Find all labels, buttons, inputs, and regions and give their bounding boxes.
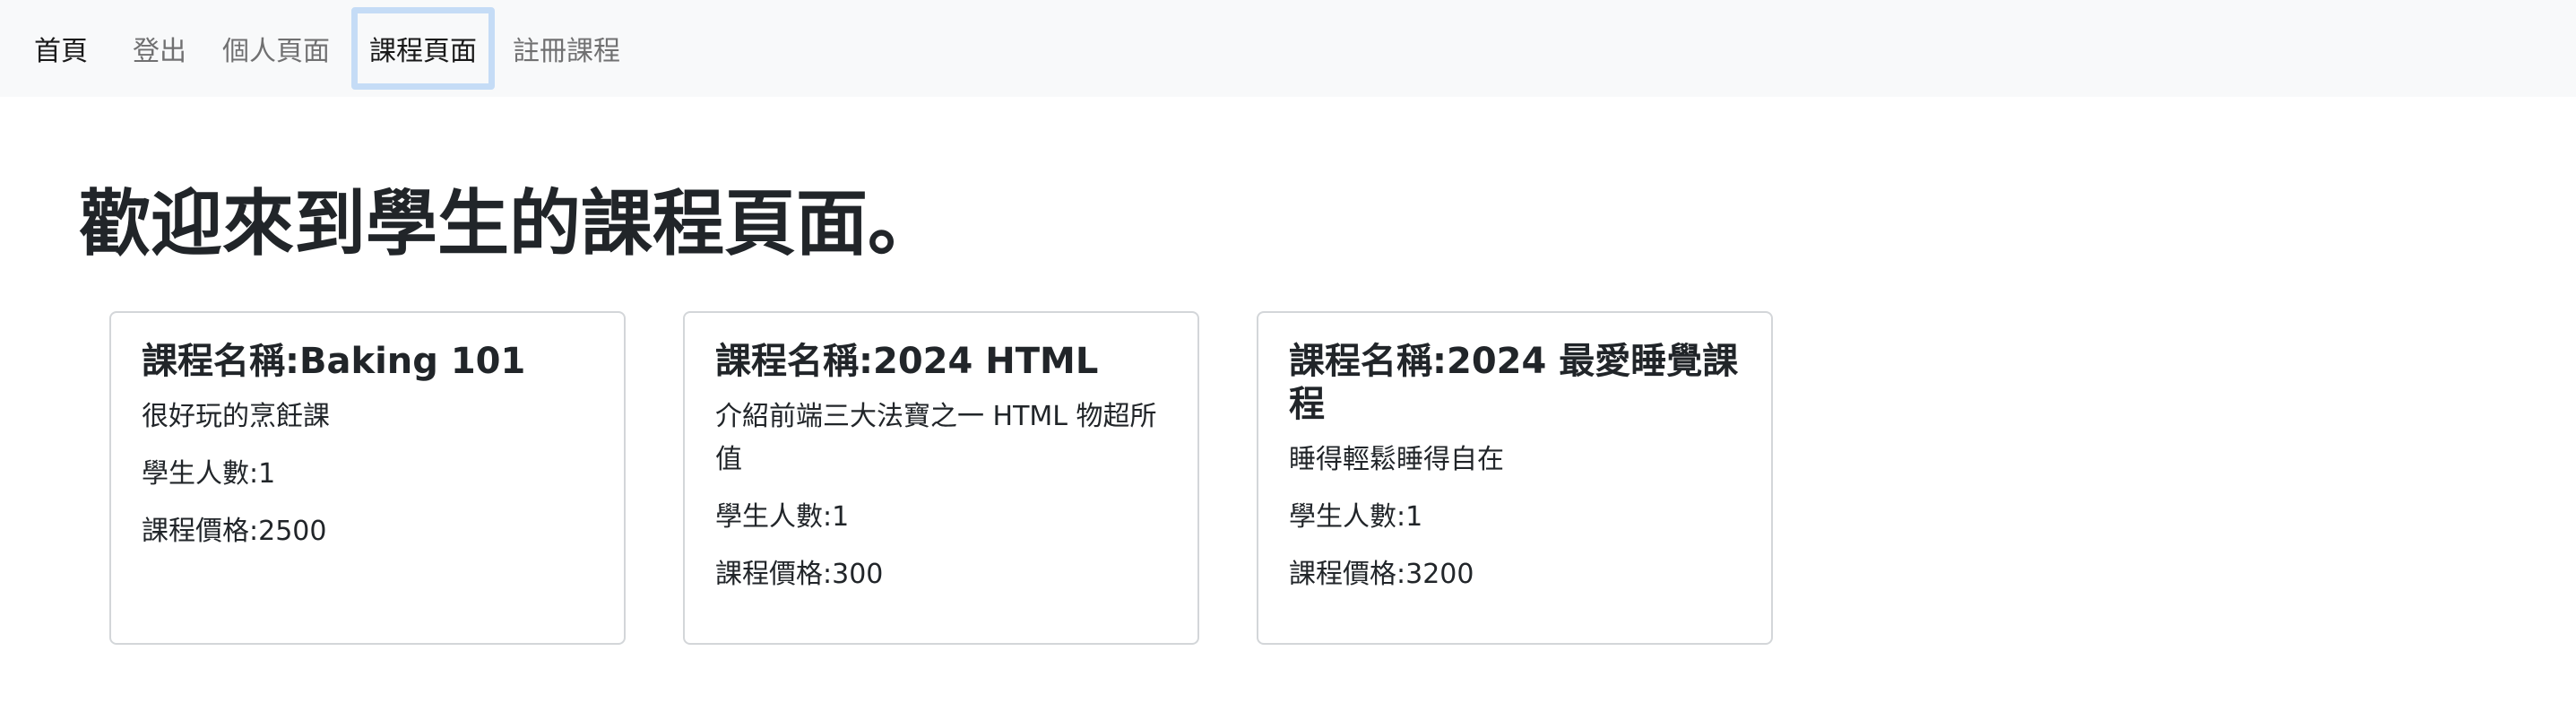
nav-profile-link[interactable]: 個人頁面 (204, 7, 348, 90)
course-card: 課程名稱:2024 最愛睡覺課程 睡得輕鬆睡得自在 學生人數:1 課程價格:32… (1257, 311, 1773, 645)
course-title: 課程名稱:2024 最愛睡覺課程 (1289, 341, 1739, 425)
course-title: 課程名稱:2024 HTML (715, 341, 1099, 382)
nav-home-link[interactable]: 首頁 (16, 7, 115, 90)
course-card: 課程名稱:Baking 101 很好玩的烹飪課 學生人數:1 課程價格:2500 (109, 311, 626, 645)
nav-courses-link[interactable]: 課程頁面 (351, 7, 495, 90)
nav-enroll-link[interactable]: 註冊課程 (495, 7, 638, 90)
course-description: 很好玩的烹飪課 (142, 401, 330, 432)
course-price: 課程價格:300 (715, 559, 884, 590)
course-title: 課程名稱:Baking 101 (142, 341, 526, 382)
top-navbar: 首頁 登出 個人頁面 課程頁面 註冊課程 (0, 0, 2576, 97)
course-description: 介紹前端三大法寶之一 HTML 物超所值 (715, 401, 1157, 475)
course-card: 課程名稱:2024 HTML 介紹前端三大法寶之一 HTML 物超所值 學生人數… (683, 311, 1199, 645)
course-card-list: 課程名稱:Baking 101 很好玩的烹飪課 學生人數:1 課程價格:2500… (109, 311, 1773, 645)
course-price: 課程價格:2500 (142, 516, 327, 547)
course-price: 課程價格:3200 (1289, 559, 1474, 590)
course-student-count: 學生人數:1 (715, 501, 850, 533)
course-student-count: 學生人數:1 (1289, 501, 1423, 533)
course-student-count: 學生人數:1 (142, 458, 276, 490)
course-description: 睡得輕鬆睡得自在 (1289, 444, 1504, 475)
nav-logout-link[interactable]: 登出 (115, 7, 204, 90)
page-title: 歡迎來到學生的課程頁面。 (79, 182, 939, 265)
